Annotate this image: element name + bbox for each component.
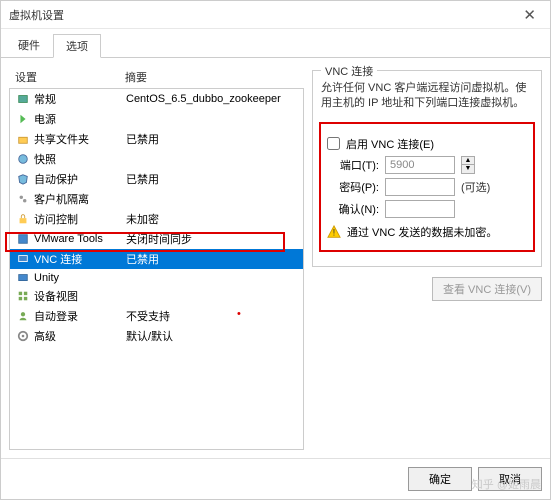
tab-options[interactable]: 选项	[53, 34, 101, 58]
list-item-vnc[interactable]: VNC 连接已禁用	[10, 249, 303, 269]
list-item-access[interactable]: 访问控制未加密	[10, 209, 303, 229]
guest-icon	[16, 193, 30, 205]
list-item-unity[interactable]: Unity	[10, 269, 303, 286]
snapshot-icon	[16, 153, 30, 165]
vmtools-icon	[16, 233, 30, 245]
password-hint: (可选)	[461, 179, 490, 195]
red-marker: •	[237, 308, 241, 320]
warning-text: 通过 VNC 发送的数据未加密。	[347, 224, 497, 240]
list-item-snapshot[interactable]: 快照	[10, 149, 303, 169]
port-label: 端口(T):	[327, 157, 379, 173]
warning-icon: !	[327, 225, 341, 239]
confirm-input[interactable]	[385, 200, 455, 218]
advanced-icon	[16, 330, 30, 342]
settings-list[interactable]: 常规CentOS_6.5_dubbo_zookeeper电源共享文件夹已禁用快照…	[9, 89, 304, 450]
autologin-icon	[16, 310, 30, 322]
watermark: 知乎 @姬雨晨	[472, 476, 541, 492]
list-item-power[interactable]: 电源	[10, 109, 303, 129]
unity-icon	[16, 272, 30, 284]
list-item-guest[interactable]: 客户机隔离	[10, 189, 303, 209]
vnc-group: VNC 连接 允许任何 VNC 客户端远程访问虚拟机。使用主机的 IP 地址和下…	[312, 70, 542, 267]
appview-icon	[16, 290, 30, 302]
shared-icon	[16, 133, 30, 145]
svg-text:!: !	[333, 227, 336, 238]
confirm-label: 确认(N):	[327, 201, 379, 217]
view-vnc-button: 查看 VNC 连接(V)	[432, 277, 542, 301]
window-title: 虚拟机设置	[9, 7, 64, 23]
password-input[interactable]	[385, 178, 455, 196]
autoprotect-icon	[16, 173, 30, 185]
list-item-appview[interactable]: 设备视图	[10, 286, 303, 306]
tab-hardware[interactable]: 硬件	[5, 33, 53, 57]
list-item-shared[interactable]: 共享文件夹已禁用	[10, 129, 303, 149]
enable-vnc-checkbox[interactable]	[327, 137, 340, 150]
list-header: 设置 摘要	[9, 66, 304, 89]
enable-vnc-label: 启用 VNC 连接(E)	[346, 136, 434, 152]
list-item-general[interactable]: 常规CentOS_6.5_dubbo_zookeeper	[10, 89, 303, 109]
password-label: 密码(P):	[327, 179, 379, 195]
group-title: VNC 连接	[321, 63, 377, 79]
list-item-advanced[interactable]: 高级默认/默认	[10, 326, 303, 346]
ok-button[interactable]: 确定	[408, 467, 472, 491]
list-item-autologin[interactable]: 自动登录不受支持	[10, 306, 303, 326]
port-input[interactable]	[385, 156, 455, 174]
group-desc: 允许任何 VNC 客户端远程访问虚拟机。使用主机的 IP 地址和下列端口连接虚拟…	[321, 81, 533, 112]
list-item-vmtools[interactable]: VMware Tools关闭时间同步	[10, 229, 303, 249]
general-icon	[16, 93, 30, 105]
power-icon	[16, 113, 30, 125]
access-icon	[16, 213, 30, 225]
close-icon[interactable]: ✕	[517, 6, 542, 24]
list-item-autoprotect[interactable]: 自动保护已禁用	[10, 169, 303, 189]
vnc-icon	[16, 253, 30, 265]
port-spinner[interactable]: ▲▼	[461, 156, 475, 174]
